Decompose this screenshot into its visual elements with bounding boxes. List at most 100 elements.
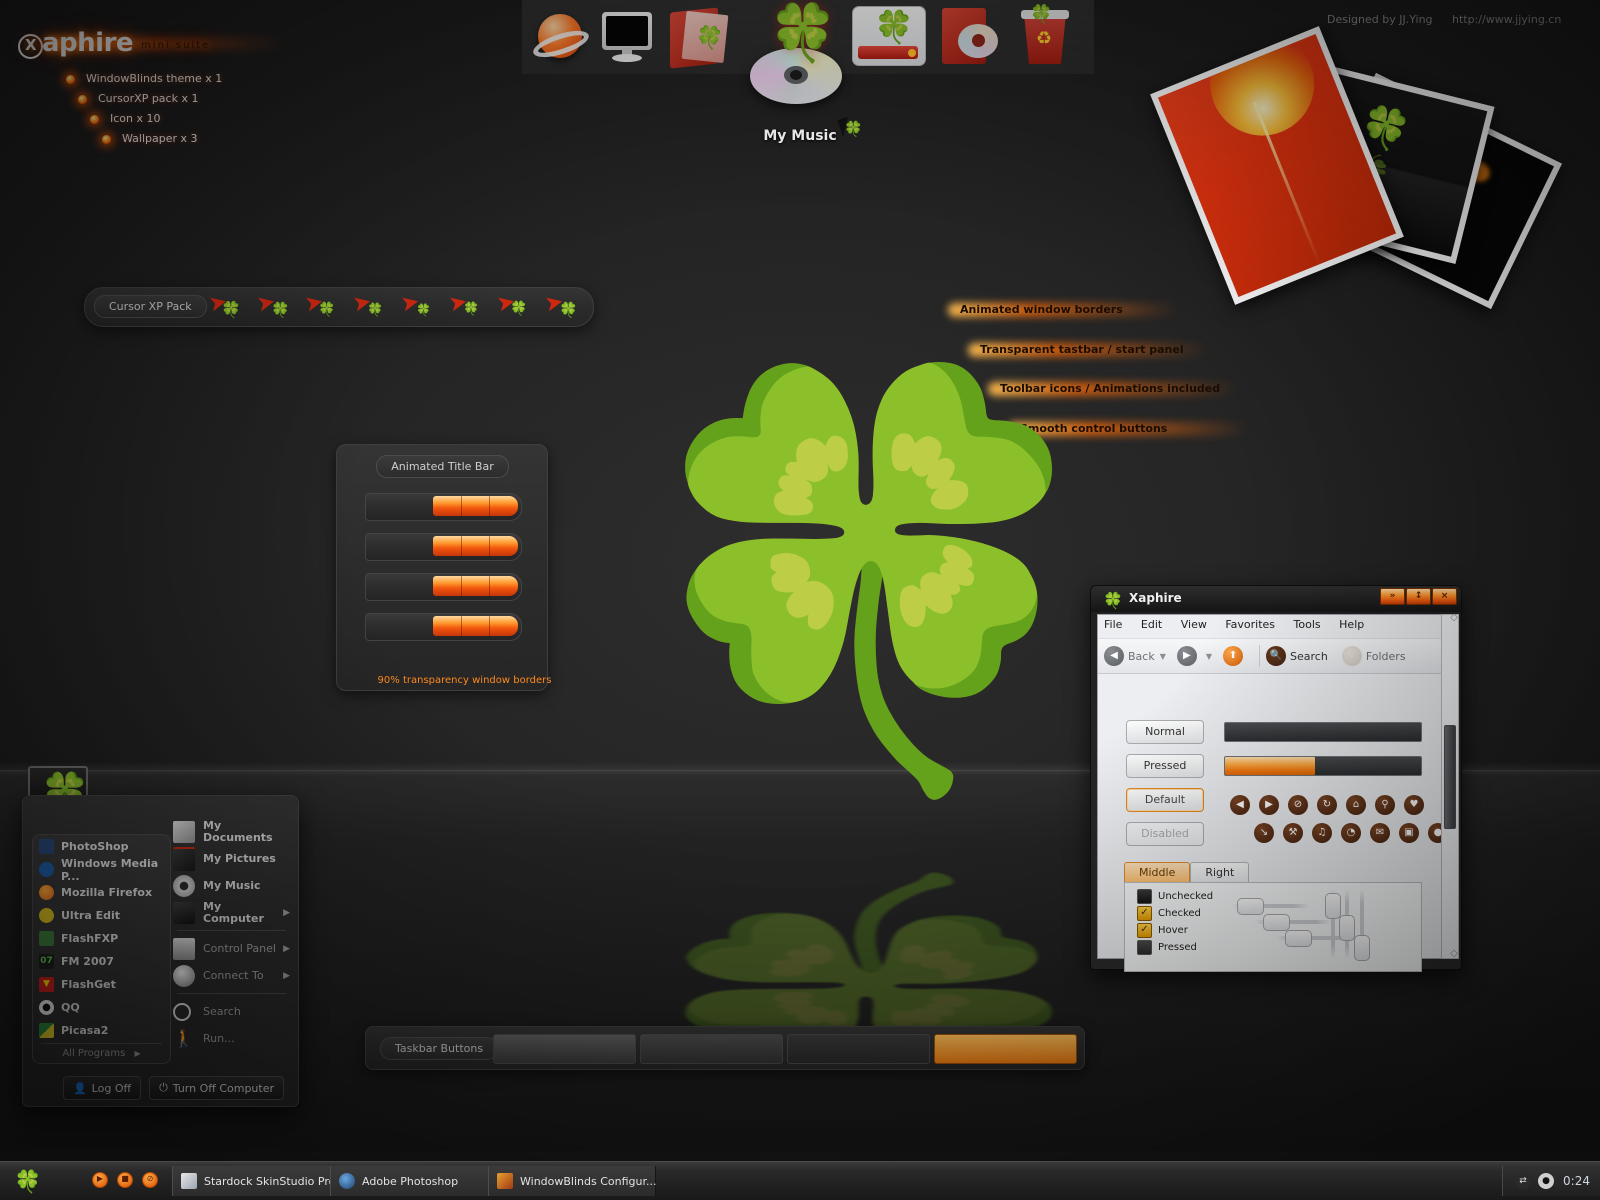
cursor-variant[interactable]: ➤ 🍀	[493, 289, 541, 324]
taskbar-task-button[interactable]: Stardock SkinStudio Pro...	[172, 1166, 346, 1196]
wallpaper-thumb-1[interactable]	[1150, 26, 1404, 305]
media-play-icon[interactable]: ▶	[92, 1172, 108, 1188]
cursor-variant[interactable]: ➤ 🍀	[541, 289, 589, 324]
hard-drive-icon[interactable]: 🍀	[852, 6, 926, 68]
checkbox-row-hover[interactable]: ✓ Hover	[1137, 923, 1239, 938]
checkbox-unchecked-icon[interactable]	[1137, 889, 1152, 904]
up-button[interactable]: ⬆	[1223, 646, 1247, 666]
forward-button[interactable]: ▶ ▼	[1176, 646, 1217, 666]
turn-off-computer-button[interactable]: ⏻ Turn Off Computer	[149, 1076, 284, 1100]
menu-tools[interactable]: Tools	[1294, 618, 1321, 631]
all-programs-button[interactable]: All Programs ▶	[41, 1043, 162, 1059]
chevron-down-icon[interactable]: ▼	[1206, 652, 1212, 661]
scroll-up-grip-icon[interactable]: ◇	[1450, 612, 1458, 623]
checkbox-checked-icon[interactable]: ✓	[1137, 906, 1152, 921]
taskbar-button-active[interactable]	[934, 1034, 1077, 1064]
start-program-item[interactable]: ● QQ	[33, 996, 170, 1019]
refresh-icon[interactable]: ↻	[1317, 795, 1337, 815]
media-mute-icon[interactable]: ⊘	[142, 1172, 158, 1188]
slider-knob-h[interactable]	[1237, 898, 1264, 915]
stop-icon[interactable]: ⊘	[1288, 795, 1308, 815]
slider-knob-h[interactable]	[1285, 930, 1312, 947]
start-search[interactable]: Search	[173, 998, 290, 1025]
taskbar-clock[interactable]: 0:24	[1563, 1174, 1590, 1188]
slider-knob-v[interactable]	[1354, 935, 1370, 961]
cursor-variant[interactable]: ➤ 🍀	[349, 289, 397, 324]
menu-file[interactable]: File	[1104, 618, 1122, 631]
start-place-my-music[interactable]: My Music	[173, 872, 290, 899]
start-program-item[interactable]: 07 FM 2007	[33, 950, 170, 973]
mail-icon[interactable]: ✉	[1370, 823, 1390, 843]
state-button-pressed[interactable]: Pressed	[1126, 754, 1204, 778]
start-place-my-documents[interactable]: My Documents	[173, 818, 290, 845]
cursor-variant[interactable]: ➤ 🍀	[205, 289, 253, 324]
clock-icon[interactable]: ◔	[1341, 823, 1361, 843]
tab-middle[interactable]: Middle	[1124, 862, 1191, 882]
tab-right[interactable]: Right	[1190, 862, 1250, 882]
title-bar-controls[interactable]	[433, 616, 518, 636]
explorer-window[interactable]: 🍀 Xaphire » ↕ × File Edit View Favorites…	[1090, 585, 1462, 972]
window-title-bar[interactable]: 🍀 Xaphire » ↕ ×	[1091, 586, 1461, 612]
history-icon[interactable]: ↘	[1254, 823, 1274, 843]
cursor-variant[interactable]: ➤ 🍀	[253, 289, 301, 324]
taskbar-button-pressed[interactable]	[787, 1034, 930, 1064]
folder-documents-icon[interactable]: 🍀	[668, 7, 730, 70]
media-stop-icon[interactable]: ■	[117, 1172, 133, 1188]
taskbar-button-normal[interactable]	[493, 1034, 636, 1064]
scrollbar-thumb[interactable]	[1444, 725, 1456, 829]
website-url[interactable]: http://www.jjying.cn	[1452, 13, 1561, 26]
start-run[interactable]: 🚶 Run...	[173, 1025, 290, 1052]
menu-favorites[interactable]: Favorites	[1225, 618, 1275, 631]
start-program-item[interactable]: Ultra Edit	[33, 904, 170, 927]
state-button-normal[interactable]: Normal	[1126, 720, 1204, 744]
minimize-button[interactable]: »	[1380, 588, 1405, 605]
search-button[interactable]: 🔍 Search	[1266, 646, 1328, 666]
start-program-item[interactable]: PhotoShop	[33, 835, 170, 858]
back-icon[interactable]: ◀	[1230, 795, 1250, 815]
close-button[interactable]: ×	[1432, 588, 1457, 605]
monitor-icon[interactable]	[598, 10, 656, 66]
window-scrollbar[interactable]	[1441, 614, 1459, 959]
back-button[interactable]: ◀ Back ▼	[1104, 646, 1171, 666]
menu-edit[interactable]: Edit	[1141, 618, 1162, 631]
start-system-connect-to[interactable]: Connect To ▶	[173, 962, 290, 989]
taskbar-task-button[interactable]: Adobe Photoshop	[330, 1166, 493, 1196]
globe-icon[interactable]	[530, 8, 592, 66]
search-icon[interactable]: ⚲	[1375, 795, 1395, 815]
cd-flame-icon[interactable]: 🍀	[750, 6, 842, 116]
taskbar-task-button[interactable]: WindowBlinds Configur...	[488, 1166, 656, 1196]
cursor-variant[interactable]: ➤ 🍀	[445, 289, 493, 324]
start-place-my-pictures[interactable]: My Pictures	[173, 845, 290, 872]
favorites-icon[interactable]: ♥	[1404, 795, 1424, 815]
music-icon[interactable]: ♫	[1312, 823, 1332, 843]
forward-icon[interactable]: ▶	[1259, 795, 1279, 815]
title-bar-controls[interactable]	[433, 536, 518, 556]
log-off-button[interactable]: 👤 Log Off	[62, 1076, 142, 1100]
slider-knob-v[interactable]	[1325, 893, 1341, 919]
maximize-button[interactable]: ↕	[1406, 588, 1431, 605]
slider-knob-h[interactable]	[1263, 914, 1290, 931]
checkbox-row-checked[interactable]: ✓ Checked	[1137, 906, 1239, 921]
start-program-item[interactable]: Picasa2	[33, 1019, 170, 1042]
start-program-item[interactable]: Mozilla Firefox	[33, 881, 170, 904]
cursor-variant[interactable]: ➤ 🍀	[301, 289, 349, 324]
tools-icon[interactable]: ⚒	[1283, 823, 1303, 843]
alien-icon[interactable]: ●	[1538, 1173, 1555, 1189]
chevron-down-icon[interactable]: ▼	[1160, 652, 1166, 661]
taskbar-button-hover[interactable]	[640, 1034, 783, 1064]
home-icon[interactable]: ⌂	[1346, 795, 1366, 815]
resize-grip-icon[interactable]: ◇	[1450, 948, 1458, 959]
cursor-variant[interactable]: ➤ 🍀	[397, 289, 445, 324]
checkbox-row-unchecked[interactable]: Unchecked	[1137, 889, 1239, 904]
slider-knob-v[interactable]	[1339, 915, 1355, 941]
start-program-item[interactable]: FlashFXP	[33, 927, 170, 950]
folders-button[interactable]: Folders	[1341, 646, 1406, 666]
title-bar-controls[interactable]	[433, 576, 518, 596]
disc-folder-icon[interactable]	[940, 8, 1002, 68]
checkbox-row-pressed[interactable]: Pressed	[1137, 940, 1239, 955]
start-place-my-computer[interactable]: My Computer ▶	[173, 899, 290, 926]
start-program-item[interactable]: ▼ FlashGet	[33, 973, 170, 996]
start-system-control-panel[interactable]: Control Panel ▶	[173, 935, 290, 962]
title-bar-controls[interactable]	[433, 496, 518, 516]
checkbox-pressed-icon[interactable]	[1137, 940, 1152, 955]
